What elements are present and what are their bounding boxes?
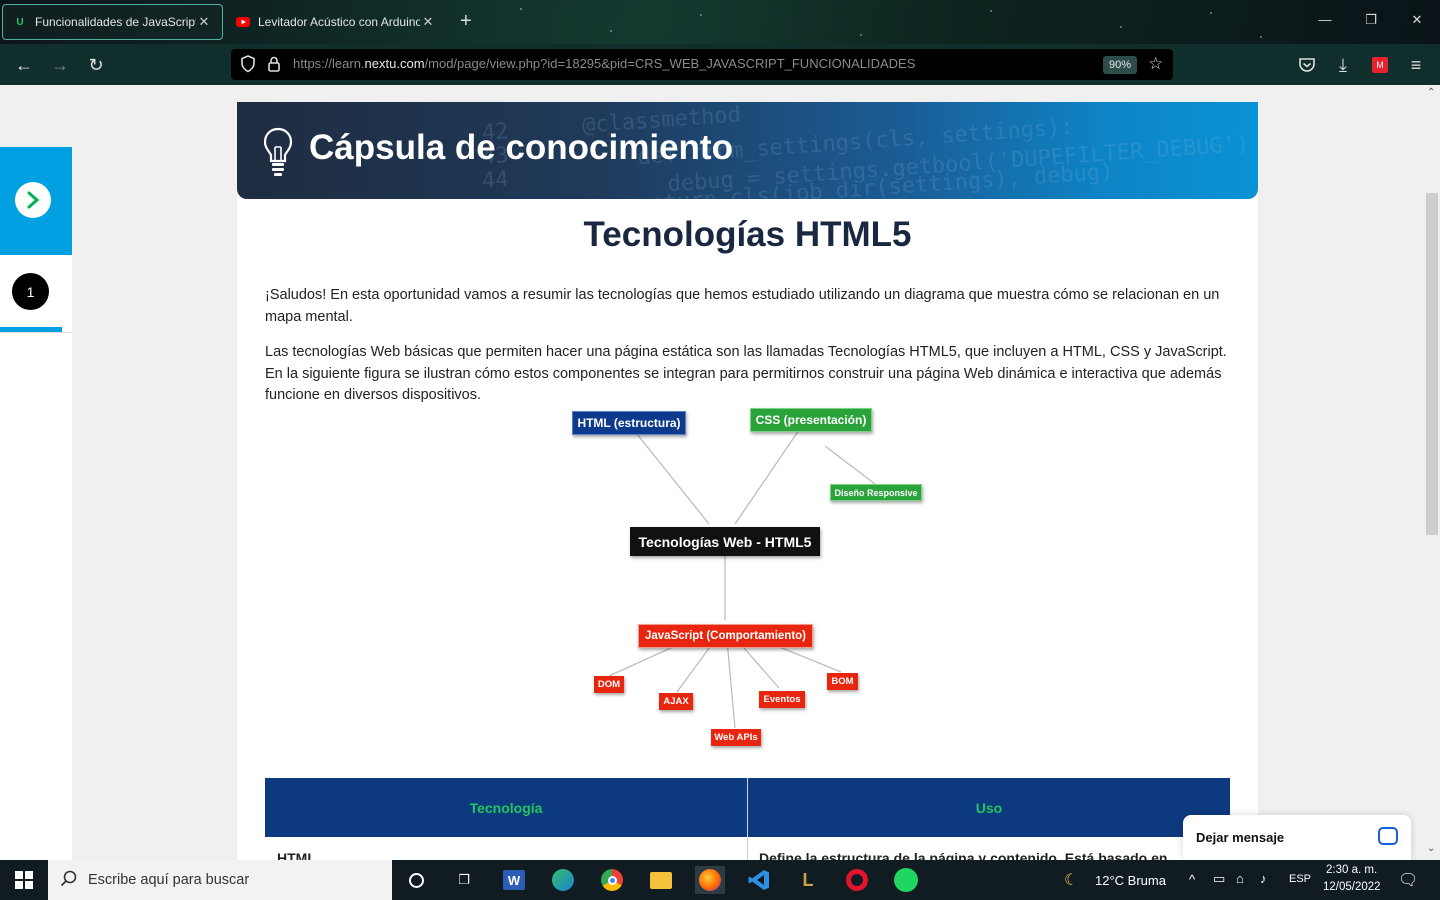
bookmark-star-icon[interactable]: ☆ [1148, 54, 1163, 74]
new-tab-icon[interactable]: + [460, 10, 472, 33]
show-hidden-icons-icon[interactable]: ^ [1189, 872, 1195, 887]
search-placeholder: Escribe aquí para buscar [88, 872, 250, 888]
chat-bubble-icon[interactable] [1378, 827, 1398, 845]
edge-icon[interactable] [549, 866, 577, 894]
word-icon[interactable]: W [500, 866, 528, 894]
forward-icon[interactable]: → [48, 53, 72, 77]
node-responsive: Diseño Responsive [830, 484, 922, 501]
url-text[interactable]: https://learn.nextu.com/mod/page/view.ph… [293, 56, 915, 71]
notifications-icon[interactable]: 🗨 [1398, 870, 1418, 890]
node-eventos: Eventos [759, 691, 805, 708]
tab-title: Levitador Acústico con Arduino [258, 15, 420, 29]
taskbar-search-box[interactable]: Escribe aquí para buscar [48, 860, 392, 900]
tab-bar: U Funcionalidades de JavaScript: ✕ Levit… [0, 0, 1440, 44]
banner-title: Cápsula de conocimiento [309, 128, 733, 167]
search-icon [60, 870, 78, 893]
clock-time[interactable]: 2:30 a. m. [1326, 864, 1377, 876]
nextu-icon: U [16, 16, 24, 28]
scrollbar-thumb[interactable] [1426, 193, 1438, 535]
mind-map-connectors [608, 429, 876, 729]
meet-now-icon[interactable]: ▭ [1213, 871, 1225, 887]
column-header-technology: Tecnología [469, 799, 543, 816]
lesson-sidebar: 1 [0, 147, 72, 860]
close-icon[interactable]: ✕ [196, 14, 212, 30]
table-cell-use: Define la estructura de la página y cont… [759, 850, 1168, 860]
reload-icon[interactable]: ↻ [84, 53, 108, 77]
extension-icon[interactable]: M [1368, 53, 1392, 77]
pocket-icon[interactable] [1295, 53, 1319, 77]
node-dom: DOM [594, 676, 624, 693]
node-webapis: Web APIs [711, 729, 761, 746]
task-view-icon[interactable]: ❐ [450, 866, 478, 894]
volume-icon[interactable]: ♪ [1260, 871, 1267, 886]
windows-start-icon[interactable] [10, 866, 38, 894]
page-number-badge[interactable]: 1 [12, 273, 49, 310]
weather-text[interactable]: 12°C Bruma [1095, 873, 1166, 888]
navigation-bar: ← → ↻ https://learn.nextu.com/mod/page/v… [0, 44, 1440, 85]
back-icon[interactable]: ← [12, 53, 36, 77]
league-of-legends-icon[interactable]: L [794, 866, 822, 894]
content-card: @classmethod def from_settings(cls, sett… [237, 102, 1258, 860]
scroll-up-icon[interactable]: ⌃ [1427, 87, 1435, 98]
node-bom: BOM [827, 673, 858, 690]
intro-paragraph: ¡Saludos! En esta oportunidad vamos a re… [265, 287, 1220, 325]
tab-levitador-acustico[interactable]: Levitador Acústico con Arduino ✕ [226, 4, 446, 40]
spotify-icon[interactable] [892, 866, 920, 894]
column-header-use: Uso [975, 799, 1003, 816]
youtube-icon [236, 15, 250, 29]
node-ajax: AJAX [659, 693, 693, 710]
page-viewport: 1 @classmethod def from_settings(cls, se… [0, 85, 1424, 860]
minimize-icon[interactable]: — [1302, 12, 1348, 27]
url-bar[interactable]: https://learn.nextu.com/mod/page/view.ph… [231, 49, 1173, 80]
opera-icon[interactable] [843, 866, 871, 894]
chevron-right-icon[interactable] [15, 182, 51, 218]
divider [0, 332, 72, 333]
node-html: HTML (estructura) [572, 411, 686, 435]
chat-widget[interactable]: Dejar mensaje [1183, 815, 1411, 860]
page-scrollbar[interactable]: ⌃ ⌄ [1424, 85, 1440, 860]
file-explorer-icon[interactable] [647, 866, 675, 894]
knowledge-capsule-banner: @classmethod def from_settings(cls, sett… [237, 102, 1258, 199]
table-cell-technology: HTML [277, 850, 316, 860]
cortana-icon[interactable] [402, 866, 430, 894]
shield-icon[interactable] [240, 55, 256, 78]
node-javascript: JavaScript (Comportamiento) [638, 624, 813, 648]
clock-date[interactable]: 12/05/2022 [1323, 881, 1381, 893]
banner-line-number: 44 [481, 167, 510, 194]
tab-title: Funcionalidades de JavaScript: [35, 15, 196, 29]
description-paragraph: Las tecnologías Web básicas que permiten… [265, 344, 1227, 403]
close-window-icon[interactable]: ✕ [1394, 12, 1440, 28]
chat-label: Dejar mensaje [1196, 830, 1285, 845]
node-css: CSS (presentación) [750, 408, 872, 432]
vscode-icon[interactable] [745, 866, 773, 894]
network-icon[interactable]: ⌂ [1236, 871, 1244, 886]
download-icon[interactable]: ⤓ [1331, 53, 1355, 77]
lock-icon[interactable] [267, 55, 281, 78]
weather-icon[interactable]: ☾ [1064, 870, 1078, 890]
zoom-level[interactable]: 90% [1103, 56, 1138, 74]
close-icon[interactable]: ✕ [420, 14, 436, 30]
sidebar-toggle-panel [0, 147, 72, 255]
menu-icon[interactable]: ≡ [1404, 53, 1428, 77]
scroll-down-icon[interactable]: ⌄ [1427, 843, 1435, 854]
restore-icon[interactable]: ❐ [1348, 12, 1394, 28]
firefox-icon[interactable] [695, 866, 725, 894]
chrome-icon[interactable] [598, 866, 626, 894]
windows-taskbar: Escribe aquí para buscar ❐ W L ☾ 12°C Br… [0, 860, 1440, 900]
tab-funcionalidades-javascript[interactable]: U Funcionalidades de JavaScript: ✕ [2, 4, 223, 40]
page-title: Tecnologías HTML5 [583, 215, 912, 254]
lightbulb-icon [263, 127, 293, 182]
node-center-html5: Tecnologías Web - HTML5 [630, 527, 820, 556]
column-divider [747, 778, 748, 860]
input-language[interactable]: ESP [1289, 873, 1311, 885]
